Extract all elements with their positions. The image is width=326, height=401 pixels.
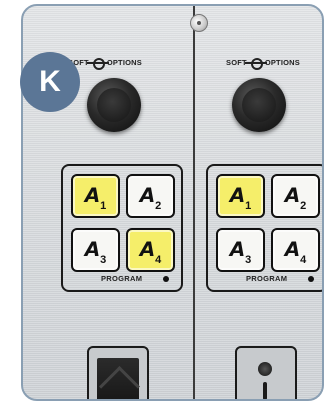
- right-program-button-group: 𝘼1 𝘼2 𝘼3 𝘼4 PROGRAM: [206, 164, 322, 292]
- left-button-2-number: 2: [155, 199, 162, 212]
- right-button-1-number: 1: [245, 199, 252, 212]
- left-program-button-group: 𝘼1 𝘼2 𝘼3 𝘼4 PROGRAM: [61, 164, 183, 292]
- program-glyph-icon: 𝘼3: [84, 238, 107, 266]
- knob-indicator-icon: [86, 58, 109, 71]
- left-program-button-3[interactable]: 𝘼3: [71, 228, 120, 272]
- right-program-button-1[interactable]: 𝘼1: [216, 174, 265, 218]
- left-button-3-number: 3: [100, 253, 107, 266]
- left-fader-slot: [87, 346, 149, 399]
- left-knob-label-options: OPTIONS: [106, 58, 142, 67]
- left-button-4-number: 4: [155, 253, 162, 266]
- left-program-label: PROGRAM: [101, 274, 143, 283]
- right-button-3-number: 3: [245, 253, 252, 266]
- left-soft-options-knob[interactable]: [87, 78, 141, 132]
- right-jack-stem: [263, 382, 267, 399]
- program-glyph-icon: 𝘼2: [284, 184, 307, 212]
- left-program-button-2[interactable]: 𝘼2: [126, 174, 175, 218]
- program-glyph-icon: 𝘼1: [84, 184, 107, 212]
- program-glyph-icon: 𝘼4: [284, 238, 307, 266]
- right-soft-options-knob[interactable]: [232, 78, 286, 132]
- screenshot-frame: SOFT OPTIONS 𝘼1 𝘼2 𝘼3 𝘼4 PROGRAM SOFT OPT: [0, 0, 326, 401]
- left-program-button-1[interactable]: 𝘼1: [71, 174, 120, 218]
- right-knob-label-options: OPTIONS: [264, 58, 300, 67]
- program-glyph-icon: 𝘼3: [229, 238, 252, 266]
- left-button-1-number: 1: [100, 199, 107, 212]
- right-jack-icon: [258, 362, 272, 376]
- right-program-button-2[interactable]: 𝘼2: [271, 174, 320, 218]
- knob-indicator-icon: [244, 58, 267, 71]
- program-glyph-icon: 𝘼4: [139, 238, 162, 266]
- right-fader-slot: [235, 346, 297, 399]
- left-program-button-4[interactable]: 𝘼4: [126, 228, 175, 272]
- right-program-button-3[interactable]: 𝘼3: [216, 228, 265, 272]
- right-button-4-number: 4: [300, 253, 307, 266]
- right-knob-label-soft: SOFT: [226, 58, 247, 67]
- step-badge: K: [20, 52, 80, 112]
- right-knob-label: SOFT OPTIONS: [226, 58, 300, 71]
- right-program-button-4[interactable]: 𝘼4: [271, 228, 320, 272]
- right-button-2-number: 2: [300, 199, 307, 212]
- screw-icon: [190, 14, 208, 32]
- left-knob-label: SOFT OPTIONS: [68, 58, 142, 71]
- right-program-label: PROGRAM: [246, 274, 288, 283]
- strip-divider: [193, 6, 195, 399]
- left-fader-handle[interactable]: [97, 358, 139, 399]
- right-status-led: [308, 276, 314, 282]
- program-glyph-icon: 𝘼2: [139, 184, 162, 212]
- left-status-led: [163, 276, 169, 282]
- program-glyph-icon: 𝘼1: [229, 184, 252, 212]
